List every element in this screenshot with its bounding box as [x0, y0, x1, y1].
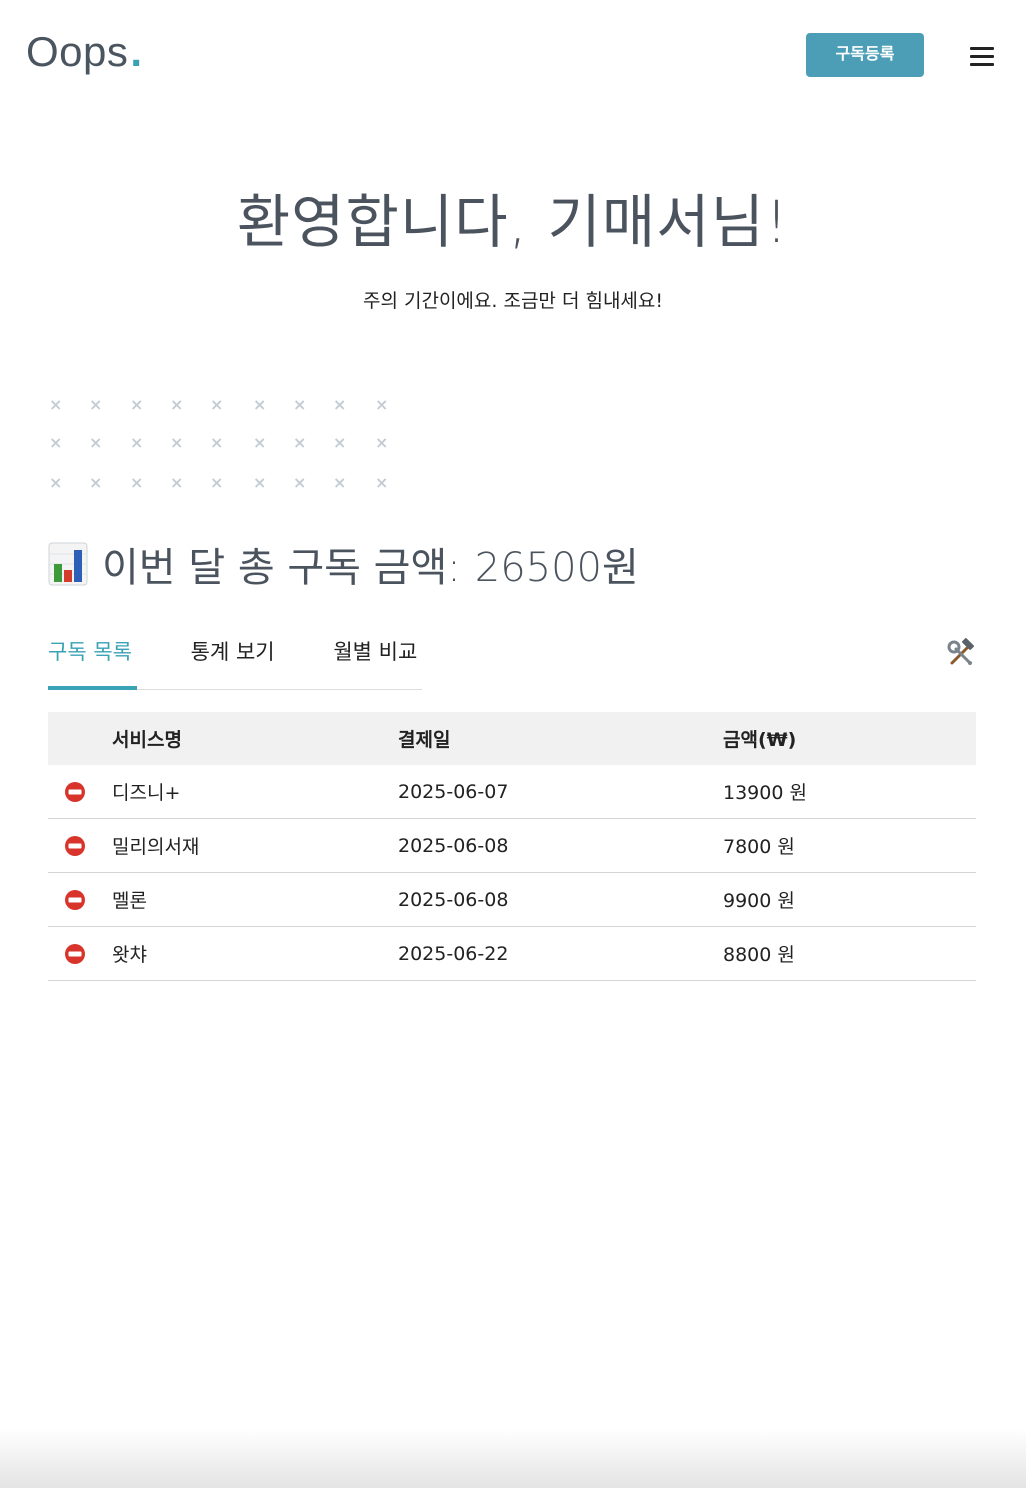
amount: 8800 원: [723, 944, 795, 966]
payment-date: 2025-06-07: [398, 780, 509, 803]
payment-date: 2025-06-08: [398, 888, 509, 911]
table-row: 멜론 2025-06-08 9900 원: [48, 873, 976, 927]
service-name: 디즈니+: [112, 782, 181, 804]
page: Oops. 구독등록 환영합니다, 기매서님! 주의 기간이에요. 조금만 더 …: [0, 0, 1026, 1488]
tab-subscription-list[interactable]: 구독 목록: [48, 630, 137, 690]
payment-date: 2025-06-22: [398, 942, 509, 965]
amount: 7800 원: [723, 836, 795, 858]
service-name: 밀리의서재: [112, 836, 200, 858]
total-amount: 26500원: [474, 545, 639, 591]
total-label: 이번 달 총 구독 금액:: [102, 545, 461, 591]
register-subscription-button[interactable]: 구독등록: [806, 33, 924, 77]
subscription-table: 서비스명 결제일 금액(₩) 디즈니+ 2025-06-07 13900 원 밀…: [48, 712, 976, 981]
amount: 9900 원: [723, 890, 795, 912]
logo[interactable]: Oops.: [26, 28, 143, 76]
service-name: 왓챠: [112, 944, 147, 966]
payment-date: 2025-06-08: [398, 834, 509, 857]
hamburger-menu-icon[interactable]: [970, 47, 994, 69]
table-header: 서비스명 결제일 금액(₩): [48, 712, 976, 765]
logo-text: Oops: [26, 28, 129, 75]
no-entry-icon[interactable]: [64, 943, 86, 965]
header-service-name[interactable]: 서비스명: [112, 725, 398, 752]
table-row: 밀리의서재 2025-06-08 7800 원: [48, 819, 976, 873]
amount: 13900 원: [723, 782, 807, 804]
hammer-wrench-icon[interactable]: [946, 638, 976, 668]
bottom-shadow: [0, 1428, 1026, 1488]
table-row: 디즈니+ 2025-06-07 13900 원: [48, 765, 976, 819]
monthly-total: 이번 달 총 구독 금액: 26500원: [48, 536, 639, 592]
decorative-x-pattern: × × × × × × × × × × × × × × × × × × × × …: [49, 395, 389, 492]
tab-statistics[interactable]: 통계 보기: [191, 630, 280, 689]
tab-bar: 구독 목록 통계 보기 월별 비교: [48, 630, 422, 690]
no-entry-icon[interactable]: [64, 781, 86, 803]
welcome-subtitle: 주의 기간이에요. 조금만 더 힘내세요!: [362, 290, 663, 312]
tab-monthly-compare[interactable]: 월별 비교: [333, 630, 422, 689]
logo-dot: .: [130, 28, 143, 75]
header-amount[interactable]: 금액(₩): [723, 725, 976, 752]
no-entry-icon[interactable]: [64, 835, 86, 857]
table-row: 왓챠 2025-06-22 8800 원: [48, 927, 976, 981]
service-name: 멜론: [112, 890, 147, 912]
header-payment-date[interactable]: 결제일: [398, 725, 723, 752]
bar-chart-icon: [48, 542, 88, 586]
no-entry-icon[interactable]: [64, 889, 86, 911]
welcome-title: 환영합니다, 기매서님!: [236, 188, 790, 256]
